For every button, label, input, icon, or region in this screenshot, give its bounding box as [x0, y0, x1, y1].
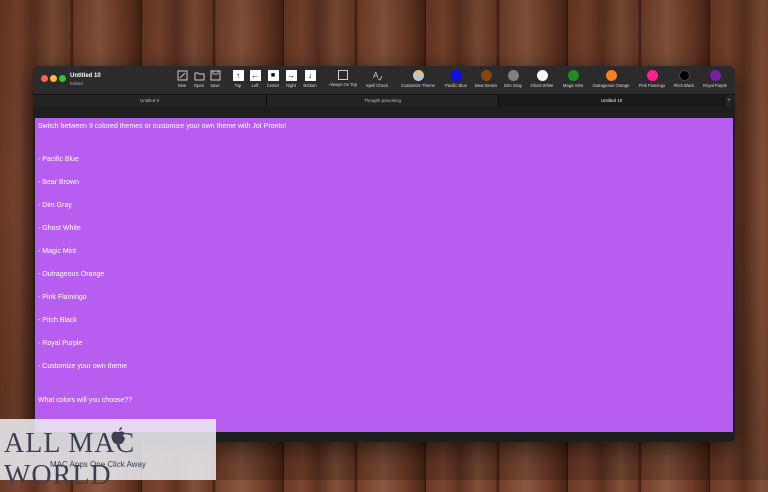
theme-outrageous-orange-button[interactable]: Outrageous Orange: [589, 70, 633, 88]
theme-label: Ghost White: [530, 83, 554, 88]
palette-icon: [412, 70, 424, 81]
arrow-left-icon: ←: [249, 70, 261, 81]
watermark-subtitle: MAC Apps One Click Away: [50, 460, 146, 469]
document-status: Edited: [70, 81, 83, 86]
tab-label: Untitled 9: [139, 98, 159, 103]
color-swatch-icon: [507, 70, 519, 81]
add-tab-icon[interactable]: +: [726, 98, 732, 104]
spell-check-icon: A: [373, 71, 382, 81]
top-label: Top: [234, 83, 242, 88]
open-label: Open: [193, 83, 205, 88]
svg-text:A: A: [373, 71, 379, 80]
document-title: Untitled 10: [70, 73, 101, 79]
color-swatch-icon: [646, 70, 658, 81]
zoom-window-button[interactable]: [59, 75, 66, 82]
color-swatch-icon: [536, 70, 548, 81]
theme-label: Pacific Blue: [445, 83, 467, 88]
spell-check-label: Spell Check: [365, 83, 389, 88]
theme-label: Dim Gray: [504, 83, 522, 88]
spell-check-button[interactable]: A Spell Check: [362, 70, 392, 88]
new-document-icon: [177, 70, 187, 81]
color-swatch-icon: [480, 70, 492, 81]
tab-label: Thought provoking: [363, 98, 402, 103]
right-label: Right: [286, 83, 296, 88]
theme-ghost-white-button[interactable]: Ghost White: [525, 70, 559, 88]
color-swatch-icon: [709, 70, 721, 81]
theme-magic-mint-button[interactable]: Magic Mint: [556, 70, 590, 88]
theme-royal-purple-button[interactable]: Royal Purple: [698, 70, 732, 88]
editor-line: - Ghost White: [38, 225, 81, 232]
customize-theme-button[interactable]: Customize Theme: [401, 70, 435, 88]
editor-line: - Bear Brown: [38, 179, 79, 186]
theme-pacific-blue-button[interactable]: Pacific Blue: [439, 70, 473, 88]
text-editor[interactable]: Switch between 9 colored themes or custo…: [35, 118, 733, 432]
tab-untitled-9[interactable]: Untitled 9: [33, 95, 267, 107]
minimize-window-button[interactable]: [50, 75, 57, 82]
app-window: Untitled 10 Edited New Open Save ↑ Top ←…: [33, 66, 735, 442]
color-swatch-icon: [450, 70, 462, 81]
save-icon: [210, 70, 220, 81]
color-swatch-icon: [678, 70, 690, 81]
theme-pitch-black-button[interactable]: Pitch Black: [667, 70, 701, 88]
editor-line: - Dim Gray: [38, 202, 72, 209]
save-button[interactable]: Save: [204, 70, 226, 88]
theme-label: Pitch Black: [673, 83, 695, 88]
tab-thought-provoking[interactable]: Thought provoking: [267, 95, 499, 107]
theme-label: Royal Purple: [703, 83, 727, 88]
editor-line: - Pacific Blue: [38, 156, 79, 163]
editor-line: - Royal Purple: [38, 340, 83, 347]
close-window-button[interactable]: [41, 75, 48, 82]
editor-line: What colors will you choose??: [38, 397, 133, 404]
window-icon: [338, 70, 348, 80]
always-on-top-label: Always On Top: [329, 82, 357, 87]
position-bottom-button[interactable]: ↓ Bottom: [299, 70, 321, 88]
site-watermark: ALL MAC WORLD MAC Apps One Click Away: [0, 419, 216, 491]
editor-line: - Pink Flamingo: [38, 294, 87, 301]
tab-bar: Untitled 9 Thought provoking Untitled 10…: [33, 94, 735, 107]
color-swatch-icon: [567, 70, 579, 81]
arrow-right-icon: →: [285, 70, 297, 81]
color-swatch-icon: [605, 70, 617, 81]
arrow-up-icon: ↑: [232, 70, 244, 81]
tab-untitled-10[interactable]: Untitled 10: [499, 95, 725, 107]
customize-theme-label: Customize Theme: [401, 83, 435, 88]
theme-label: Magic Mint: [562, 83, 584, 88]
new-label: New: [177, 83, 187, 88]
center-label: Center: [266, 83, 280, 88]
theme-label: Bear Brown: [475, 83, 497, 88]
editor-line: - Customize your own theme: [38, 363, 128, 370]
bottom-label: Bottom: [303, 83, 317, 88]
always-on-top-button[interactable]: Always On Top: [326, 70, 360, 87]
tab-label: Untitled 10: [600, 98, 623, 103]
editor-line: Switch between 9 colored themes or custo…: [38, 123, 287, 130]
theme-label: Pink Flamingo: [638, 83, 666, 88]
editor-line: - Outrageous Orange: [38, 271, 105, 278]
theme-pink-flamingo-button[interactable]: Pink Flamingo: [635, 70, 669, 88]
editor-line: - Magic Mint: [38, 248, 77, 255]
arrow-down-icon: ↓: [304, 70, 316, 81]
editor-line: - Pitch Black: [38, 317, 77, 324]
theme-label: Outrageous Orange: [592, 83, 630, 88]
toolbar: Untitled 10 Edited New Open Save ↑ Top ←…: [33, 66, 735, 94]
save-label: Save: [210, 83, 220, 88]
folder-icon: [194, 72, 204, 81]
center-icon: ■: [267, 70, 279, 81]
left-label: Left: [251, 83, 259, 88]
